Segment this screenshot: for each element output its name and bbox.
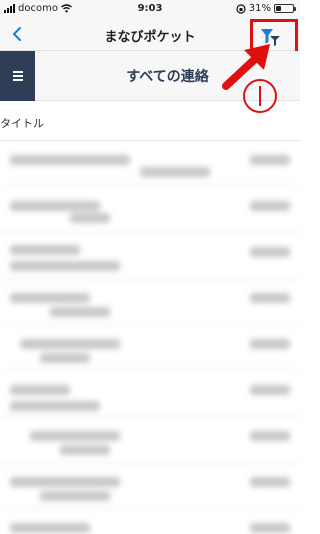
list-item[interactable] — [0, 463, 300, 509]
obscured-text — [250, 293, 290, 303]
obscured-text — [250, 155, 290, 165]
obscured-text — [10, 293, 90, 303]
list-item[interactable] — [0, 279, 300, 325]
obscured-text — [40, 491, 110, 501]
column-title: タイトル — [0, 117, 44, 130]
list-item[interactable] — [0, 417, 300, 463]
obscured-text — [140, 167, 210, 177]
list-column-header: タイトル — [0, 101, 300, 141]
obscured-text — [250, 201, 290, 211]
obscured-text — [10, 523, 90, 533]
obscured-text — [250, 431, 290, 441]
list-item[interactable] — [0, 233, 300, 279]
status-bar: docomo 9:03 31% — [0, 0, 300, 18]
list-item[interactable] — [0, 325, 300, 371]
list-item[interactable] — [0, 509, 300, 534]
message-list — [0, 141, 300, 534]
obscured-text — [250, 339, 290, 349]
lock-rotation-icon — [236, 3, 246, 14]
obscured-text — [250, 477, 290, 487]
obscured-text — [10, 385, 70, 395]
menu-button[interactable] — [0, 51, 35, 101]
obscured-text — [250, 523, 290, 533]
battery-icon — [274, 4, 296, 13]
obscured-text — [30, 431, 120, 441]
menu-icon — [12, 71, 23, 81]
battery-fill — [276, 6, 281, 11]
obscured-text — [40, 353, 90, 363]
obscured-text — [250, 385, 290, 395]
list-item[interactable] — [0, 187, 300, 233]
obscured-text — [10, 201, 100, 211]
obscured-text — [10, 155, 130, 165]
obscured-text — [10, 477, 120, 487]
obscured-text — [60, 445, 110, 455]
obscured-text — [70, 213, 110, 223]
battery-percent: 31% — [248, 3, 271, 14]
obscured-text — [10, 261, 120, 271]
obscured-text — [20, 339, 120, 349]
obscured-text — [10, 245, 80, 255]
obscured-text — [10, 401, 100, 411]
status-right: 31% — [236, 3, 296, 14]
list-item[interactable] — [0, 371, 300, 417]
obscured-text — [250, 247, 290, 257]
obscured-text — [50, 307, 110, 317]
list-item[interactable] — [0, 141, 300, 187]
